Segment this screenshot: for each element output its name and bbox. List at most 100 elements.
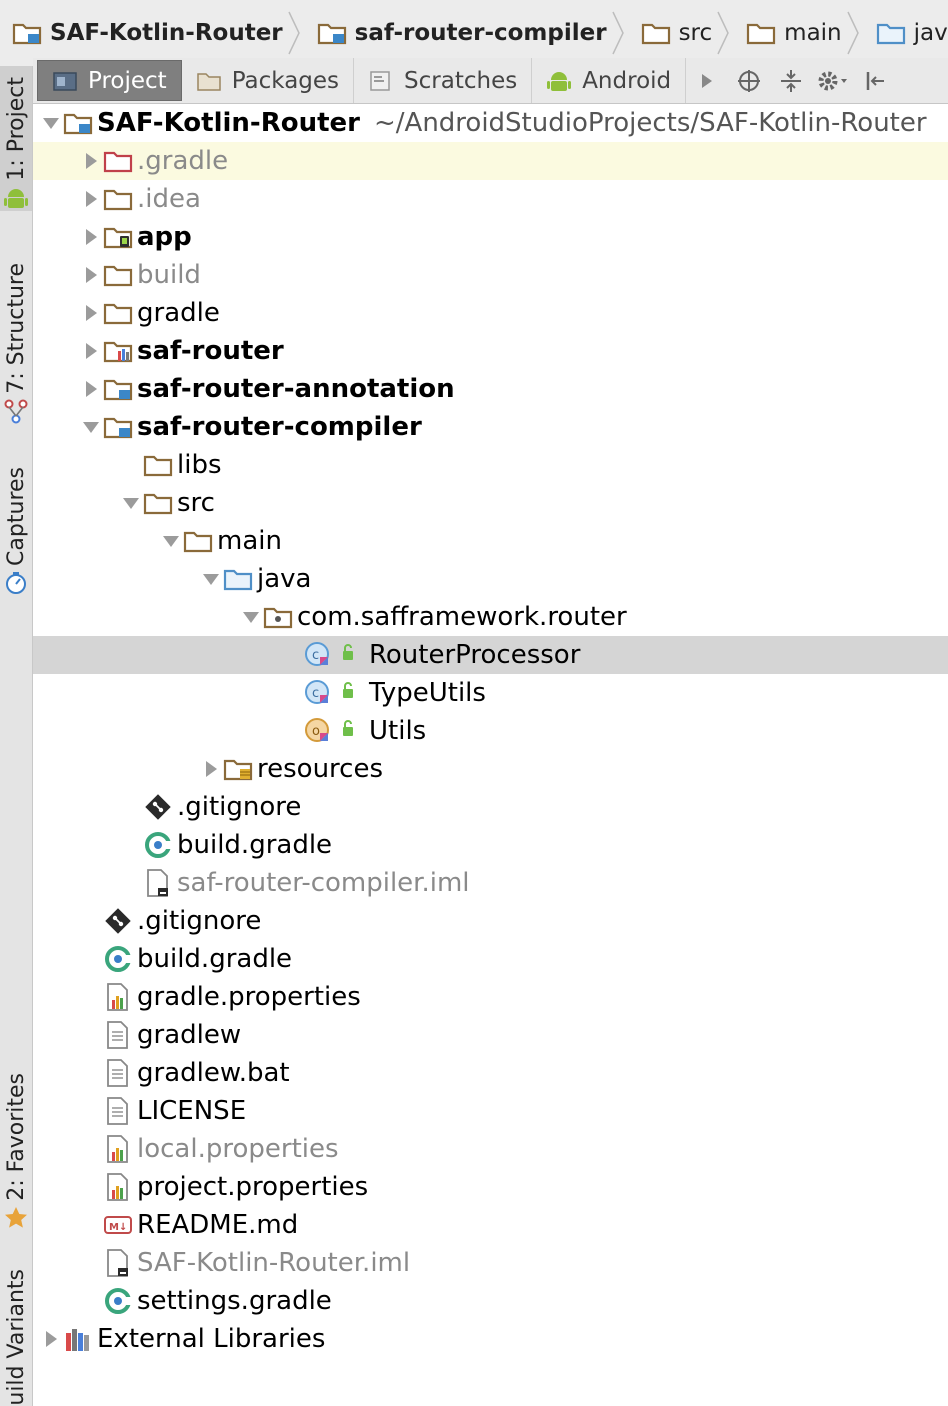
- structure-icon: [3, 398, 29, 424]
- tree-node[interactable]: .gradle: [33, 142, 948, 180]
- tree-node[interactable]: main: [33, 522, 948, 560]
- tree-node[interactable]: app: [33, 218, 948, 256]
- side-tab-1-project[interactable]: 1: Project: [0, 66, 32, 211]
- breadcrumb-item[interactable]: saf-router-compiler: [305, 0, 611, 66]
- expanded-arrow-icon[interactable]: [119, 484, 143, 522]
- tree-node-label: java: [257, 564, 312, 594]
- tab-label: Packages: [231, 67, 340, 94]
- breadcrumb-chevron-icon: [846, 0, 860, 66]
- collapsed-arrow-icon[interactable]: [79, 370, 103, 408]
- no-arrow: [79, 1244, 103, 1282]
- tree-node[interactable]: build: [33, 256, 948, 294]
- tree-node-label: local.properties: [137, 1134, 339, 1164]
- libraries-icon: [63, 1320, 97, 1358]
- collapsed-arrow-icon[interactable]: [79, 256, 103, 294]
- tree-node[interactable]: build.gradle: [33, 826, 948, 864]
- play-button[interactable]: [686, 58, 728, 103]
- no-arrow: [119, 446, 143, 484]
- breadcrumb-label: main: [784, 20, 842, 46]
- tree-node[interactable]: saf-router-annotation: [33, 370, 948, 408]
- folder-icon: [183, 522, 217, 560]
- hide-button[interactable]: [854, 58, 896, 103]
- tree-node[interactable]: resources: [33, 750, 948, 788]
- tree-node[interactable]: libs: [33, 446, 948, 484]
- no-arrow: [79, 1054, 103, 1092]
- expanded-arrow-icon[interactable]: [79, 408, 103, 446]
- side-tab-2-favorites[interactable]: 2: Favorites: [0, 1061, 32, 1231]
- breadcrumb-item[interactable]: java: [864, 0, 948, 66]
- expanded-arrow-icon[interactable]: [239, 598, 263, 636]
- tree-node[interactable]: gradlew.bat: [33, 1054, 948, 1092]
- folder-icon: [746, 20, 776, 46]
- folder-icon: [143, 484, 177, 522]
- expanded-arrow-icon[interactable]: [199, 560, 223, 598]
- tree-node[interactable]: src: [33, 484, 948, 522]
- svg-text:o: o: [312, 724, 320, 739]
- side-tab-7-structure[interactable]: 7: Structure: [0, 246, 32, 424]
- tree-node[interactable]: .gitignore: [33, 788, 948, 826]
- tree-node-label: main: [217, 526, 282, 556]
- gear-button[interactable]: [812, 58, 854, 103]
- tree-node[interactable]: saf-router-compiler.iml: [33, 864, 948, 902]
- tree-node-label: saf-router-compiler.iml: [177, 868, 470, 898]
- tree-node[interactable]: gradlew: [33, 1016, 948, 1054]
- tree-node[interactable]: .gitignore: [33, 902, 948, 940]
- module-folder-icon: [103, 408, 137, 446]
- breadcrumb-item[interactable]: SAF-Kotlin-Router: [0, 0, 287, 66]
- collapsed-arrow-icon[interactable]: [199, 750, 223, 788]
- text-file-icon: [103, 1054, 137, 1092]
- tree-node[interactable]: c RouterProcessor: [33, 636, 948, 674]
- collapsed-arrow-icon[interactable]: [79, 218, 103, 256]
- tree-node[interactable]: o Utils: [33, 712, 948, 750]
- tree-node[interactable]: LICENSE: [33, 1092, 948, 1130]
- tab-project[interactable]: Project: [37, 60, 182, 101]
- expanded-arrow-icon[interactable]: [39, 104, 63, 142]
- tree-node-label: libs: [177, 450, 222, 480]
- tab-android[interactable]: Android: [532, 58, 687, 103]
- expanded-arrow-icon[interactable]: [159, 522, 183, 560]
- breadcrumb-item[interactable]: main: [734, 0, 845, 66]
- tree-node[interactable]: .idea: [33, 180, 948, 218]
- tree-node-label: saf-router: [137, 336, 284, 366]
- tree-node[interactable]: saf-router-compiler: [33, 408, 948, 446]
- tree-node[interactable]: gradle.properties: [33, 978, 948, 1016]
- collapsed-arrow-icon[interactable]: [79, 294, 103, 332]
- collapsed-arrow-icon[interactable]: [79, 142, 103, 180]
- tree-node-label: build.gradle: [137, 944, 293, 974]
- tree-node-label: Utils: [369, 716, 427, 746]
- tree-node-label: saf-router-compiler: [137, 412, 422, 442]
- tree-node[interactable]: com.safframework.router: [33, 598, 948, 636]
- tree-node[interactable]: M↓ README.md: [33, 1206, 948, 1244]
- breadcrumb-item[interactable]: src: [629, 0, 717, 66]
- collapse-button[interactable]: [770, 58, 812, 103]
- tab-packages[interactable]: Packages: [182, 58, 355, 103]
- android-icon: [3, 185, 29, 211]
- tree-node[interactable]: c TypeUtils: [33, 674, 948, 712]
- tree-node[interactable]: project.properties: [33, 1168, 948, 1206]
- left-tool-stripe: 1: Project 7: Structure Captures 2: Favorit…: [0, 66, 33, 1406]
- android-icon: [546, 68, 572, 94]
- tree-node[interactable]: local.properties: [33, 1130, 948, 1168]
- collapsed-arrow-icon[interactable]: [39, 1320, 63, 1358]
- tree-node[interactable]: saf-router: [33, 332, 948, 370]
- tree-node-label: build.gradle: [177, 830, 333, 860]
- tree-node[interactable]: java: [33, 560, 948, 598]
- side-tab-captures[interactable]: Captures: [0, 451, 32, 596]
- tree-node[interactable]: SAF-Kotlin-Router ~/AndroidStudioProjects…: [33, 104, 948, 142]
- breadcrumb-label: java: [913, 20, 948, 46]
- side-tab-uild-variants[interactable]: uild Variants: [0, 1266, 32, 1406]
- collapsed-arrow-icon[interactable]: [79, 332, 103, 370]
- text-file-icon: [103, 1092, 137, 1130]
- tree-node[interactable]: build.gradle: [33, 940, 948, 978]
- no-arrow: [79, 1016, 103, 1054]
- collapsed-arrow-icon[interactable]: [79, 180, 103, 218]
- tree-node-label: project.properties: [137, 1172, 369, 1202]
- tree-node[interactable]: SAF-Kotlin-Router.iml: [33, 1244, 948, 1282]
- tab-scratches[interactable]: Scratches: [354, 58, 533, 103]
- tree-node[interactable]: External Libraries: [33, 1320, 948, 1358]
- tree-node[interactable]: gradle: [33, 294, 948, 332]
- tree-node[interactable]: settings.gradle: [33, 1282, 948, 1320]
- project-tree: SAF-Kotlin-Router ~/AndroidStudioProjects…: [33, 104, 948, 1406]
- tree-node-label: SAF-Kotlin-Router: [97, 108, 360, 138]
- locate-button[interactable]: [728, 58, 770, 103]
